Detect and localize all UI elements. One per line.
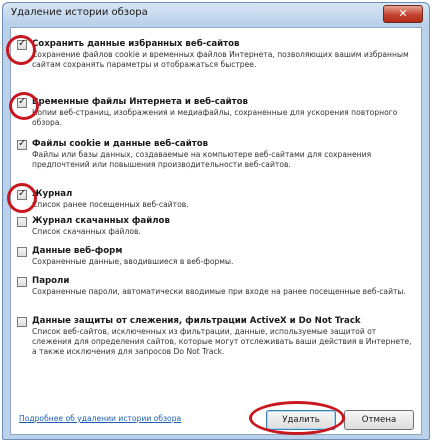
passwords-checkbox[interactable] bbox=[17, 277, 27, 287]
option-description: Копии веб-страниц, изображения и медиафа… bbox=[32, 108, 398, 127]
option-title: Журнал bbox=[32, 189, 73, 199]
options-panel: Сохранить данные избранных веб-сайтов Со… bbox=[10, 27, 422, 435]
downloads-checkbox[interactable] bbox=[17, 217, 27, 227]
option-description: Сохраненные данные, вводившиеся в веб-фо… bbox=[32, 257, 234, 266]
cancel-button[interactable]: Отмена bbox=[344, 410, 414, 430]
option-description: Список скачанных файлов. bbox=[32, 227, 141, 236]
dialog-title: Удаление истории обзора bbox=[11, 7, 148, 18]
delete-history-dialog: Удаление истории обзора ✕ Сохранить данн… bbox=[2, 2, 430, 440]
delete-button[interactable]: Удалить bbox=[266, 410, 336, 430]
option-title: Пароли bbox=[32, 276, 70, 286]
option-description: Сохраненные пароли, автоматически вводим… bbox=[32, 287, 406, 296]
option-title: Временные файлы Интернета и веб-сайтов bbox=[32, 97, 248, 107]
cookies-checkbox[interactable] bbox=[17, 138, 27, 150]
tracking-protection-checkbox[interactable] bbox=[17, 317, 27, 327]
option-title: Журнал скачанных файлов bbox=[32, 216, 170, 226]
favorites-checkbox[interactable] bbox=[17, 38, 27, 50]
learn-more-link[interactable]: Подробнее об удалении истории обзора bbox=[19, 414, 181, 423]
option-description: Список веб-сайтов, исключенных из фильтр… bbox=[32, 327, 412, 356]
option-title: Данные веб-форм bbox=[32, 246, 123, 256]
option-description: Файлы или базы данных, создаваемые на ко… bbox=[32, 150, 372, 169]
option-title: Данные защиты от слежения, фильтрации Ac… bbox=[32, 316, 361, 326]
title-bar: Удаление истории обзора ✕ bbox=[3, 3, 429, 25]
history-checkbox[interactable] bbox=[17, 188, 27, 200]
close-button[interactable]: ✕ bbox=[383, 5, 423, 23]
option-description: Сохранение файлов cookie и временных фай… bbox=[32, 50, 409, 69]
option-title: Сохранить данные избранных веб-сайтов bbox=[32, 39, 240, 49]
temp-files-checkbox[interactable] bbox=[17, 96, 27, 108]
form-data-checkbox[interactable] bbox=[17, 247, 27, 257]
option-title: Файлы cookie и данные веб-сайтов bbox=[32, 139, 209, 149]
option-description: Список ранее посещенных веб-сайтов. bbox=[32, 200, 189, 209]
